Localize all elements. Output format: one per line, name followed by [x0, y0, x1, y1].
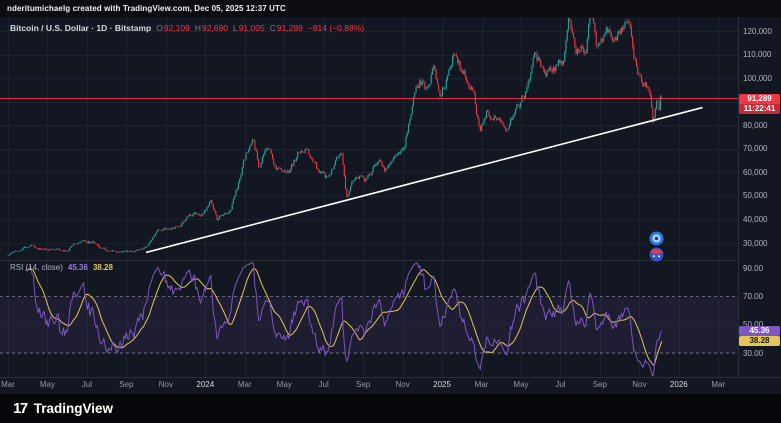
change-value: −814 (−0.88%) — [308, 23, 364, 33]
time-axis-year-label: 2025 — [433, 377, 451, 393]
blue-round-emoji-icon — [649, 231, 664, 246]
ohlc-low: L91,005 — [233, 23, 265, 33]
price-axis-label: 120,000 — [743, 27, 772, 36]
tradingview-logo-mark-icon: 17 — [13, 400, 27, 417]
emoji-sticker-2[interactable] — [649, 247, 664, 262]
ohlc-high: H92,690 — [195, 23, 228, 33]
rsi-value-badge: 45.36 — [739, 326, 780, 336]
rsi-ma-value: 38.28 — [93, 263, 113, 272]
price-axis-label: 100,000 — [743, 74, 772, 83]
time-axis-label: Nov — [159, 377, 173, 393]
ohlc-open: O92,109 — [156, 23, 190, 33]
time-axis-label: Jul — [82, 377, 92, 393]
time-axis-label: Mar — [238, 377, 252, 393]
rsi-axis-label: 70.00 — [743, 292, 763, 301]
time-axis-label: Mar — [475, 377, 489, 393]
tradingview-wordmark: TradingView — [34, 401, 113, 416]
rsi-ma-value-badge: 38.28 — [739, 336, 780, 346]
footer-bar: 17 TradingView — [0, 394, 781, 423]
current-price-badge[interactable]: 91,289 11:22:41 — [739, 94, 780, 114]
rsi-axis-label: 30.00 — [743, 349, 763, 358]
time-axis-label: Nov — [632, 377, 646, 393]
time-axis-year-label: 2026 — [670, 377, 688, 393]
price-axis-label: 30,000 — [743, 239, 767, 248]
ohlc-close: C91,289 — [270, 23, 303, 33]
time-axis-label: Sep — [356, 377, 370, 393]
time-axis[interactable]: Mar May Jul Sep Nov 2024 Mar May Jul Sep Nov 2025 Ma… — [0, 377, 738, 394]
rsi-axis-label: 90.00 — [743, 264, 763, 273]
price-axis-label: 110,000 — [743, 50, 771, 59]
time-axis-label: Jul — [319, 377, 329, 393]
blue-red-emoji-icon — [649, 247, 664, 262]
time-axis-label: May — [277, 377, 292, 393]
price-axis[interactable]: 120,000110,000100,00090,00080,00070,0006… — [738, 17, 781, 377]
time-axis-label: Jul — [555, 377, 565, 393]
time-axis-label: May — [40, 377, 55, 393]
price-axis-label: 50,000 — [743, 191, 767, 200]
time-axis-label: Sep — [119, 377, 133, 393]
tradingview-logo[interactable]: 17 TradingView — [13, 400, 113, 417]
rsi-legend[interactable]: RSI (14, close) 45.36 38.28 — [10, 263, 113, 272]
time-axis-label: Nov — [395, 377, 409, 393]
time-axis-label: Mar — [1, 377, 15, 393]
price-axis-label: 40,000 — [743, 215, 767, 224]
main-chart-pane[interactable] — [0, 17, 738, 260]
attribution-bar: nderitumichaelg created with TradingView… — [0, 0, 781, 17]
time-axis-label: Mar — [711, 377, 725, 393]
symbol-legend[interactable]: Bitcoin / U.S. Dollar · 1D · Bitstamp O9… — [10, 23, 364, 33]
price-axis-label: 60,000 — [743, 168, 767, 177]
attribution-text: nderitumichaelg created with TradingView… — [7, 4, 286, 13]
current-price-label: 91,289 — [739, 94, 780, 104]
time-axis-label: Sep — [593, 377, 607, 393]
symbol-title[interactable]: Bitcoin / U.S. Dollar · 1D · Bitstamp — [10, 23, 151, 33]
time-axis-label: May — [513, 377, 528, 393]
emoji-sticker-1[interactable] — [649, 231, 664, 246]
rsi-title[interactable]: RSI (14, close) — [10, 263, 63, 272]
rsi-pane[interactable] — [0, 261, 738, 377]
time-axis-year-label: 2024 — [196, 377, 214, 393]
tradingview-chart-window: nderitumichaelg created with TradingView… — [0, 0, 781, 423]
price-axis-label: 70,000 — [743, 144, 767, 153]
price-axis-label: 80,000 — [743, 121, 767, 130]
bar-countdown[interactable]: 11:22:41 — [739, 104, 780, 114]
rsi-value: 45.36 — [68, 263, 88, 272]
